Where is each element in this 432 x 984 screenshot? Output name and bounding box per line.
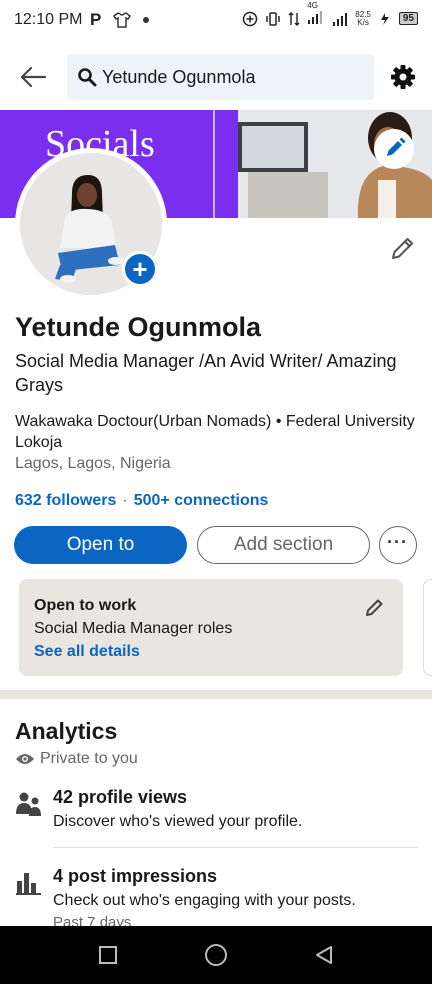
notification-dot-icon bbox=[143, 17, 150, 23]
bar-chart-icon bbox=[16, 873, 41, 895]
next-card-peek[interactable] bbox=[423, 579, 432, 676]
top-bar: Yetunde Ogunmola bbox=[0, 42, 432, 110]
network-stats: 632 followers · 500+ connections bbox=[15, 492, 268, 510]
see-all-details-link[interactable]: See all details bbox=[34, 643, 140, 661]
pencil-icon bbox=[387, 137, 406, 156]
more-actions-button[interactable]: ··· bbox=[379, 526, 417, 564]
profile-location: Lagos, Lagos, Nigeria bbox=[15, 455, 171, 472]
status-bar: 12:10 PM P 4G 82.5 K/s 95 bbox=[0, 0, 432, 42]
open-to-button[interactable]: Open to bbox=[14, 526, 187, 564]
battery-icon: 95 bbox=[398, 12, 418, 25]
analytics-title: Analytics bbox=[15, 718, 118, 744]
recent-apps-button[interactable] bbox=[99, 946, 117, 964]
signal-2-icon bbox=[333, 12, 348, 26]
profile-views-subtitle: Discover who's viewed your profile. bbox=[53, 813, 303, 830]
network-type: 4G bbox=[307, 1, 325, 27]
followers-link[interactable]: 632 followers bbox=[15, 492, 116, 509]
search-input[interactable]: Yetunde Ogunmola bbox=[67, 54, 374, 100]
analytics-visibility: Private to you bbox=[15, 750, 138, 768]
signal-icon bbox=[308, 11, 323, 24]
vibrate-icon bbox=[266, 11, 281, 26]
status-left-icons: P bbox=[90, 10, 150, 30]
back-arrow-icon bbox=[20, 66, 47, 88]
visibility-label: Private to you bbox=[40, 750, 138, 767]
eye-icon bbox=[16, 754, 34, 764]
profile-views-item[interactable]: 42 profile views Discover who's viewed y… bbox=[15, 787, 420, 837]
analytics-divider bbox=[53, 847, 418, 848]
pencil-icon bbox=[392, 238, 413, 259]
shirt-icon bbox=[113, 12, 132, 28]
profile-headline: Social Media Manager /An Avid Writer/ Am… bbox=[15, 351, 397, 395]
settings-button[interactable] bbox=[389, 63, 417, 91]
post-impressions-title: 4 post impressions bbox=[53, 866, 218, 886]
more-dots-icon: ··· bbox=[387, 532, 408, 552]
search-value: Yetunde Ogunmola bbox=[102, 67, 256, 87]
add-photo-button[interactable]: + bbox=[122, 251, 158, 287]
parking-app-icon: P bbox=[90, 10, 102, 29]
connections-link[interactable]: 500+ connections bbox=[134, 492, 269, 509]
open-to-work-roles: Social Media Manager roles bbox=[34, 620, 233, 637]
people-icon bbox=[16, 792, 41, 816]
profile-views-title: 42 profile views bbox=[53, 787, 188, 807]
status-right-icons: 4G 82.5 K/s 95 bbox=[242, 1, 418, 27]
post-impressions-subtitle: Check out who's engaging with your posts… bbox=[53, 892, 356, 909]
network-separator: · bbox=[122, 492, 128, 509]
triangle-back-icon bbox=[316, 946, 332, 964]
plus-icon: + bbox=[125, 254, 155, 284]
post-impressions-period: Past 7 days bbox=[53, 914, 132, 926]
profile-education: Wakawaka Doctour(Urban Nomads) • Federal… bbox=[15, 413, 415, 451]
section-divider bbox=[0, 690, 432, 699]
post-impressions-item[interactable]: 4 post impressions Check out who's engag… bbox=[15, 866, 420, 926]
gear-icon bbox=[391, 65, 415, 89]
edit-open-to-work-button[interactable] bbox=[364, 596, 386, 618]
edit-banner-button[interactable] bbox=[374, 129, 414, 169]
edit-profile-button[interactable] bbox=[388, 233, 418, 263]
data-saver-icon bbox=[243, 11, 258, 26]
open-to-work-card[interactable]: Open to work Social Media Manager roles … bbox=[19, 579, 403, 676]
add-section-button[interactable]: Add section bbox=[197, 526, 370, 564]
system-back-button[interactable] bbox=[313, 944, 335, 966]
banner-divider-line bbox=[213, 110, 215, 218]
wifi-off-icon bbox=[380, 12, 389, 25]
data-arrows-icon bbox=[288, 11, 300, 26]
back-button[interactable] bbox=[16, 60, 50, 94]
open-to-work-title: Open to work bbox=[34, 597, 137, 614]
home-button[interactable] bbox=[205, 944, 227, 966]
profile-name: Yetunde Ogunmola bbox=[15, 312, 262, 342]
pencil-icon bbox=[366, 599, 383, 616]
system-nav-bar bbox=[0, 926, 432, 984]
network-speed: 82.5 K/s bbox=[355, 9, 371, 27]
status-time: 12:10 PM bbox=[14, 11, 83, 28]
search-icon bbox=[78, 68, 97, 87]
